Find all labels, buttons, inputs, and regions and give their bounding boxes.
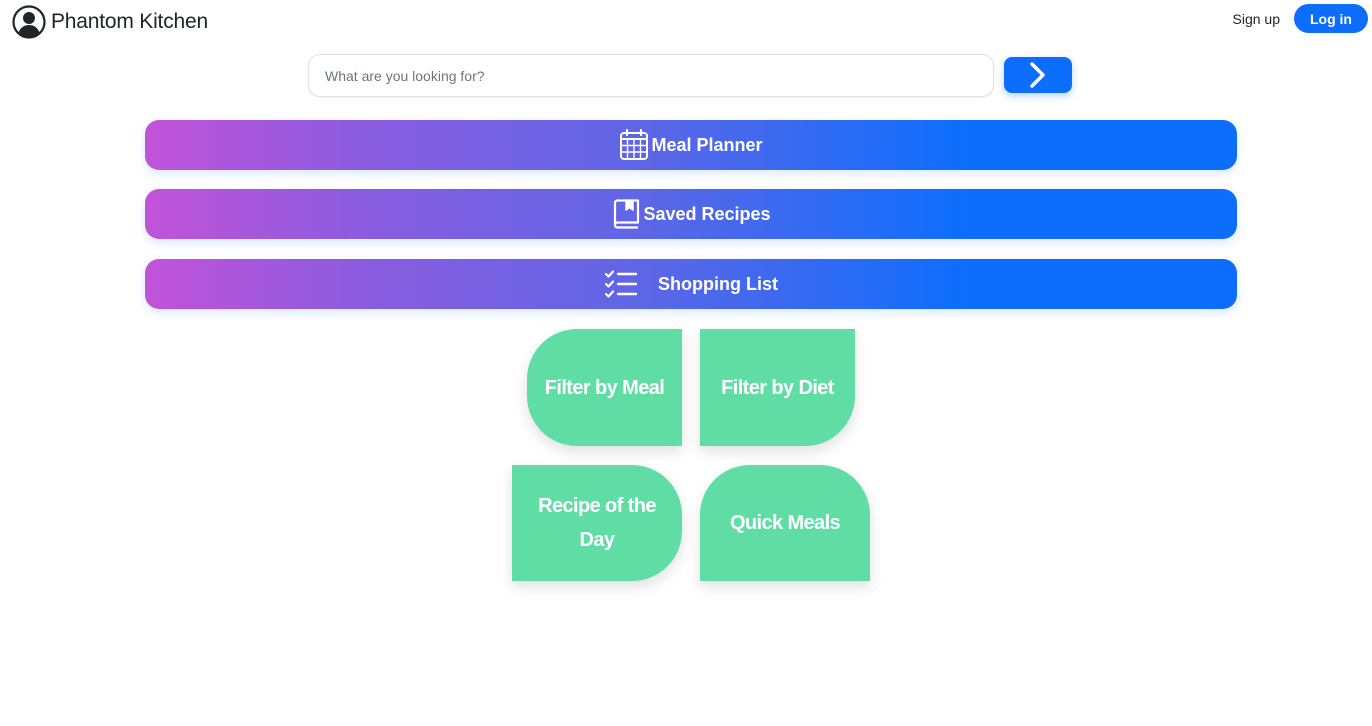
brand-link[interactable]: Phantom Kitchen xyxy=(12,5,208,39)
checklist-icon xyxy=(604,270,638,298)
login-button[interactable]: Log in xyxy=(1294,4,1368,33)
search-bar xyxy=(308,54,1072,97)
quick-meals-label: Quick Meals xyxy=(729,512,841,534)
user-circle-icon xyxy=(12,5,46,39)
filter-by-diet-tile[interactable]: Filter by Diet xyxy=(700,329,855,446)
recipe-of-the-day-label: Recipe of the Day xyxy=(538,495,656,551)
signup-link[interactable]: Sign up xyxy=(1233,11,1280,27)
calendar-icon xyxy=(620,129,649,160)
meal-planner-button[interactable]: Meal Planner xyxy=(145,120,1237,170)
search-input[interactable] xyxy=(308,54,994,97)
auth-actions: Sign up Log in xyxy=(1233,4,1368,33)
quick-meals-tile[interactable]: Quick Meals xyxy=(700,465,870,581)
shopping-list-button[interactable]: Shopping List xyxy=(145,259,1237,309)
chevron-right-icon xyxy=(1030,62,1045,88)
meal-planner-label: Meal Planner xyxy=(651,134,763,155)
page: Phantom Kitchen Sign up Log in Meal Plan… xyxy=(0,0,1372,726)
book-icon xyxy=(614,199,640,229)
saved-recipes-label: Saved Recipes xyxy=(643,203,771,224)
filter-by-meal-tile[interactable]: Filter by Meal xyxy=(527,329,682,446)
saved-recipes-button[interactable]: Saved Recipes xyxy=(145,189,1237,239)
filter-by-meal-label: Filter by Meal xyxy=(544,376,665,399)
shopping-list-label: Shopping List xyxy=(658,273,778,294)
search-submit-button[interactable] xyxy=(1004,57,1072,93)
brand-name: Phantom Kitchen xyxy=(51,10,208,33)
recipe-of-the-day-tile[interactable]: Recipe of the Day xyxy=(512,465,682,581)
filter-by-diet-label: Filter by Diet xyxy=(721,376,834,399)
